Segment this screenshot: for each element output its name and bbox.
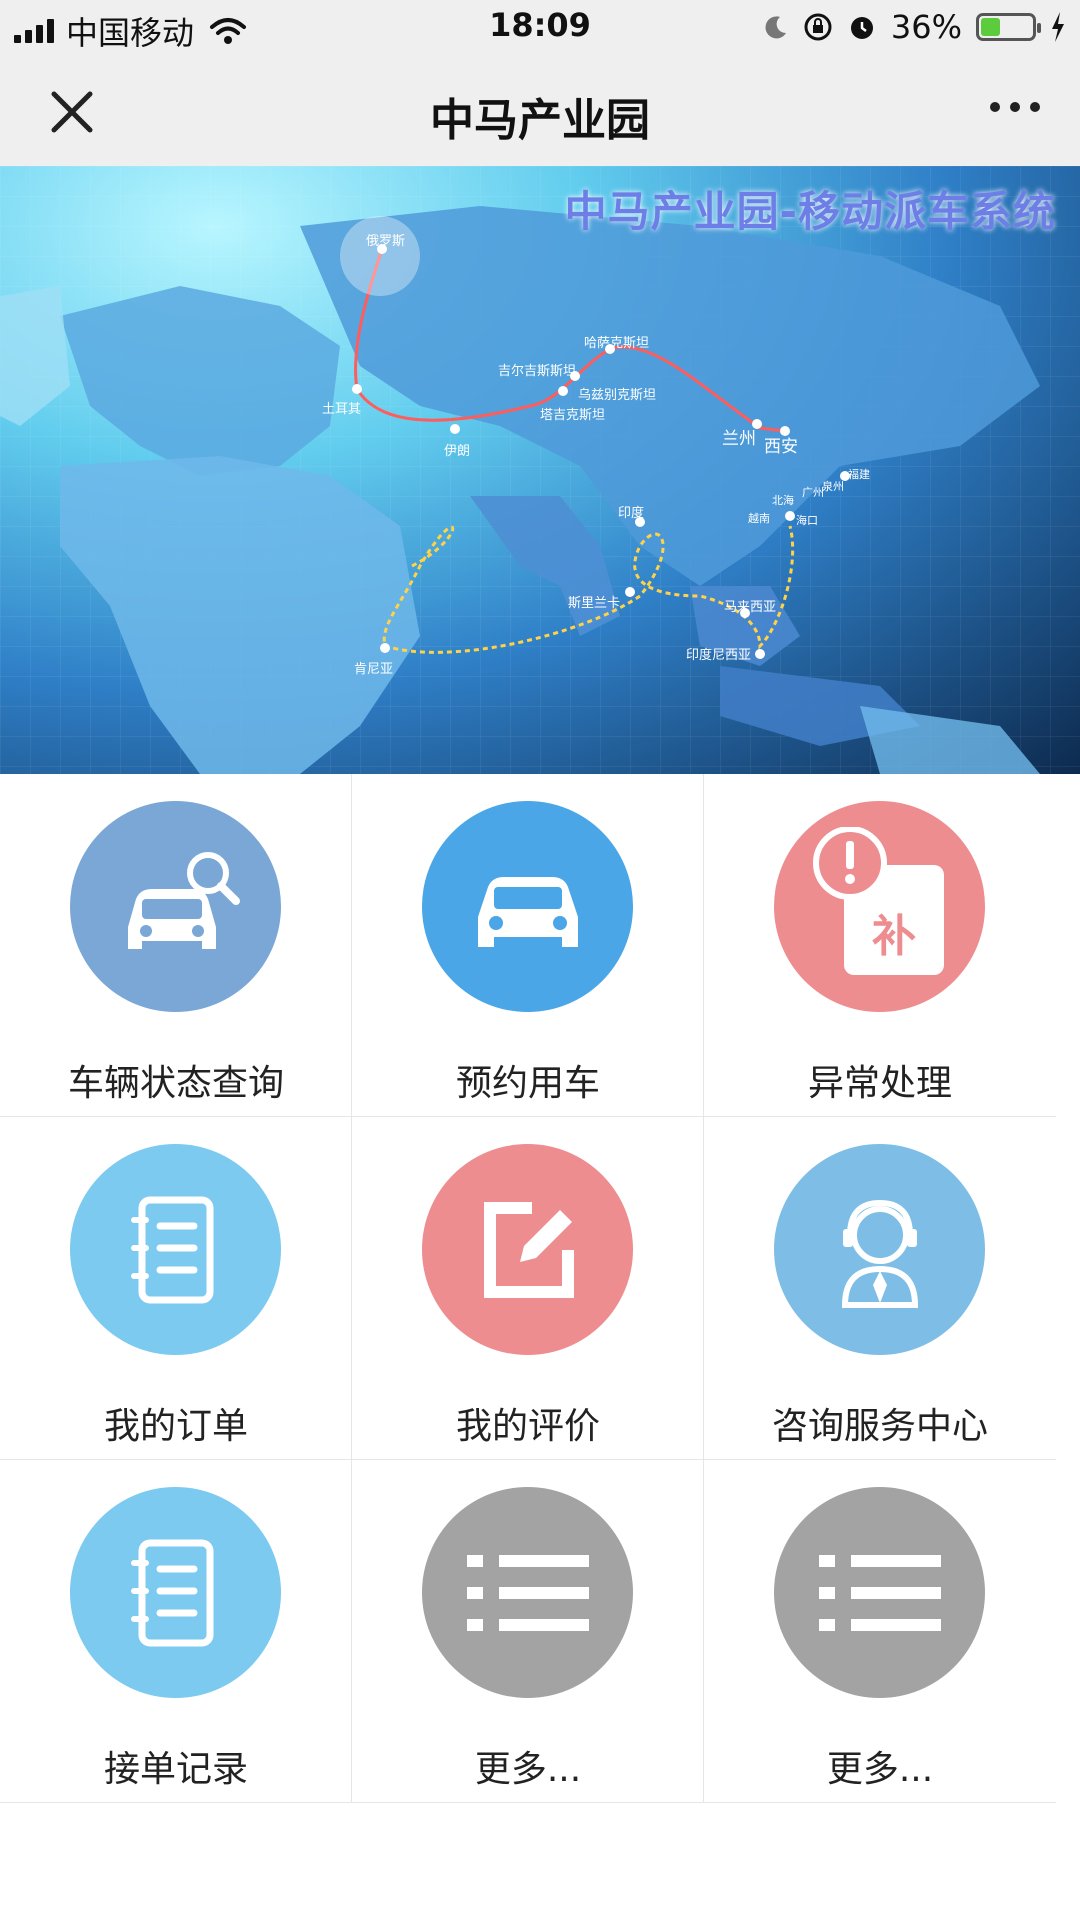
charging-icon (1052, 12, 1064, 42)
menu-item-book-vehicle[interactable]: 预约用车 (352, 774, 704, 1117)
city-label: 福建 (848, 468, 870, 481)
moon-icon (765, 16, 786, 39)
city-label: 印度尼西亚 (686, 648, 752, 663)
menu-label: 更多... (474, 1749, 582, 1790)
city-label: 广州 (802, 486, 824, 499)
menu-label: 咨询服务中心 (771, 1406, 988, 1447)
battery-icon (976, 13, 1041, 41)
menu-label: 车辆状态查询 (67, 1063, 284, 1104)
menu-grid: 车辆状态查询 预约用车 补 异常处理 我的订单 我的评价 咨询服务中心 接单记录… (0, 774, 1056, 1803)
menu-item-order-records[interactable]: 接单记录 (0, 1460, 352, 1803)
nav-bar: 中马产业园 (0, 56, 1080, 166)
menu-item-more[interactable]: 更多... (352, 1460, 704, 1803)
edit-icon (422, 1144, 633, 1355)
notebook-icon (70, 1487, 281, 1698)
battery-percent: 36% (890, 8, 962, 46)
menu-item-my-orders[interactable]: 我的订单 (0, 1117, 352, 1460)
menu-item-service-center[interactable]: 咨询服务中心 (704, 1117, 1056, 1460)
menu-label: 更多... (826, 1749, 934, 1790)
status-bar: 中国移动 18:09 36% (0, 0, 1080, 56)
car-search-icon (70, 801, 281, 1012)
world-map-graphic (0, 166, 1080, 774)
menu-item-vehicle-status[interactable]: 车辆状态查询 (0, 774, 352, 1117)
menu-item-my-reviews[interactable]: 我的评价 (352, 1117, 704, 1460)
menu-label: 预约用车 (455, 1063, 600, 1104)
car-icon (422, 801, 633, 1012)
city-label: 塔吉克斯坦 (540, 408, 606, 423)
menu-label: 我的评价 (455, 1406, 600, 1447)
city-label: 海口 (796, 514, 818, 527)
city-label: 乌兹别克斯坦 (578, 388, 657, 403)
notebook-icon (70, 1144, 281, 1355)
city-label: 斯里兰卡 (568, 596, 621, 611)
page-title: 中马产业园 (430, 95, 650, 146)
city-label: 肯尼亚 (354, 662, 394, 677)
svg-text:补: 补 (872, 911, 916, 962)
city-label: 土耳其 (322, 402, 362, 417)
exception-supplement-icon: 补 (774, 801, 985, 1012)
alarm-icon (850, 17, 873, 39)
rotation-lock-icon (804, 13, 832, 41)
customer-service-icon (774, 1144, 985, 1355)
city-label: 吉尔吉斯斯坦 (498, 364, 577, 379)
banner-map[interactable]: 中马产业园-移动派车系统 俄罗斯 土耳其 伊朗 吉尔吉斯斯坦 哈萨克斯坦 乌兹别… (0, 166, 1080, 774)
city-label: 越南 (748, 512, 770, 525)
menu-item-more[interactable]: 更多... (704, 1460, 1056, 1803)
menu-label: 异常处理 (807, 1063, 952, 1104)
city-label: 俄罗斯 (366, 234, 406, 249)
city-label: 伊朗 (444, 444, 471, 459)
menu-label: 我的订单 (103, 1406, 248, 1447)
menu-label: 接单记录 (103, 1749, 248, 1790)
city-label: 哈萨克斯坦 (584, 336, 650, 351)
city-label: 印度 (618, 506, 645, 521)
list-icon (422, 1487, 633, 1698)
list-icon (774, 1487, 985, 1698)
city-label: 北海 (772, 494, 794, 507)
city-label: 马来西亚 (724, 600, 777, 615)
banner-title: 中马产业园-移动派车系统 (564, 187, 1056, 236)
city-label: 泉州 (822, 480, 844, 493)
menu-item-exception[interactable]: 补 异常处理 (704, 774, 1056, 1117)
city-label: 西安 (764, 437, 798, 457)
more-icon[interactable] (990, 102, 1040, 112)
city-label: 兰州 (722, 429, 756, 449)
